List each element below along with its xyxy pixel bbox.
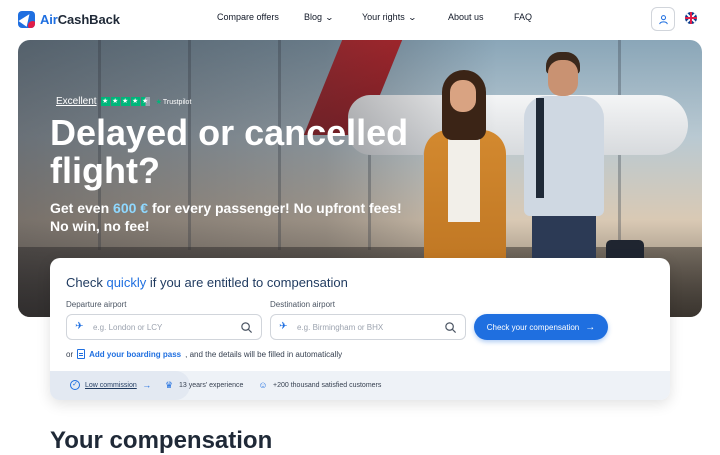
plane-landing-icon: ✈ [279, 321, 288, 332]
nav-about-us[interactable]: About us [448, 12, 484, 22]
logo-icon [18, 10, 35, 28]
benefit-customers: ☺ +200 thousand satisfied customers [258, 380, 382, 390]
user-account-button[interactable] [651, 7, 675, 31]
trustpilot-logo: Trustpilot [156, 98, 192, 106]
departure-label: Departure airport [66, 300, 127, 309]
card-title: Check quickly if you are entitled to com… [66, 275, 348, 290]
benefits-bar: ✓ Low commission → ♛ 13 years' experienc… [50, 371, 670, 400]
nav-faq[interactable]: FAQ [514, 12, 532, 22]
hero-title: Delayed or cancelled flight? [50, 112, 409, 191]
departure-airport-input[interactable] [93, 320, 233, 335]
document-icon [77, 349, 86, 359]
arrow-right-icon: → [585, 321, 596, 333]
destination-airport-input[interactable] [297, 320, 437, 335]
chevron-down-icon: ⌄ [324, 12, 335, 22]
trustpilot-rating[interactable]: Excellent ★ ★ ★ ★ ★ Trustpilot [56, 96, 191, 107]
trustpilot-label[interactable]: Excellent [56, 96, 97, 107]
star-icon: ★ [130, 97, 140, 106]
chevron-down-icon: ⌄ [407, 12, 417, 22]
logo-text: AirCashBack [40, 11, 120, 27]
boarding-pass-row: or Add your boarding pass, and the detai… [66, 349, 343, 359]
destination-label: Destination airport [270, 300, 335, 309]
half-star-icon: ★ [140, 97, 150, 106]
benefit-experience: ♛ 13 years' experience [164, 380, 244, 390]
check-circle-icon: ✓ [70, 380, 80, 390]
site-header: AirCashBack Compare offers Blog ⌄ Your ri… [0, 0, 720, 38]
star-icon: ★ [110, 97, 120, 106]
search-icon[interactable] [240, 321, 253, 334]
compensation-check-card: Check quickly if you are entitled to com… [50, 258, 670, 400]
nav-compare-offers[interactable]: Compare offers [217, 12, 279, 22]
user-icon [658, 14, 668, 24]
nav-blog[interactable]: Blog ⌄ [304, 12, 335, 22]
add-boarding-pass-link[interactable]: Add your boarding pass [89, 350, 181, 359]
crown-icon: ♛ [164, 380, 174, 390]
trustpilot-stars: ★ ★ ★ ★ ★ [100, 97, 150, 106]
star-icon: ★ [100, 97, 110, 106]
logo[interactable]: AirCashBack [18, 10, 120, 28]
nav-your-rights[interactable]: Your rights ⌄ [362, 12, 417, 22]
hero-subtitle: Get even 600 € for every passenger! No u… [50, 200, 402, 234]
arrow-right-icon: → [142, 380, 152, 390]
smile-icon: ☺ [258, 380, 268, 390]
compensation-amount: 600 € [113, 200, 149, 216]
section-title: Your compensation [50, 427, 273, 454]
benefit-low-commission[interactable]: ✓ Low commission → [70, 380, 152, 390]
star-icon: ★ [120, 97, 130, 106]
plane-takeoff-icon: ✈ [75, 321, 84, 332]
destination-airport-field[interactable]: ✈ [270, 314, 466, 340]
departure-airport-field[interactable]: ✈ [66, 314, 262, 340]
uk-flag-icon[interactable] [685, 12, 697, 24]
check-compensation-button[interactable]: Check your compensation → [474, 314, 608, 340]
search-icon[interactable] [444, 321, 457, 334]
